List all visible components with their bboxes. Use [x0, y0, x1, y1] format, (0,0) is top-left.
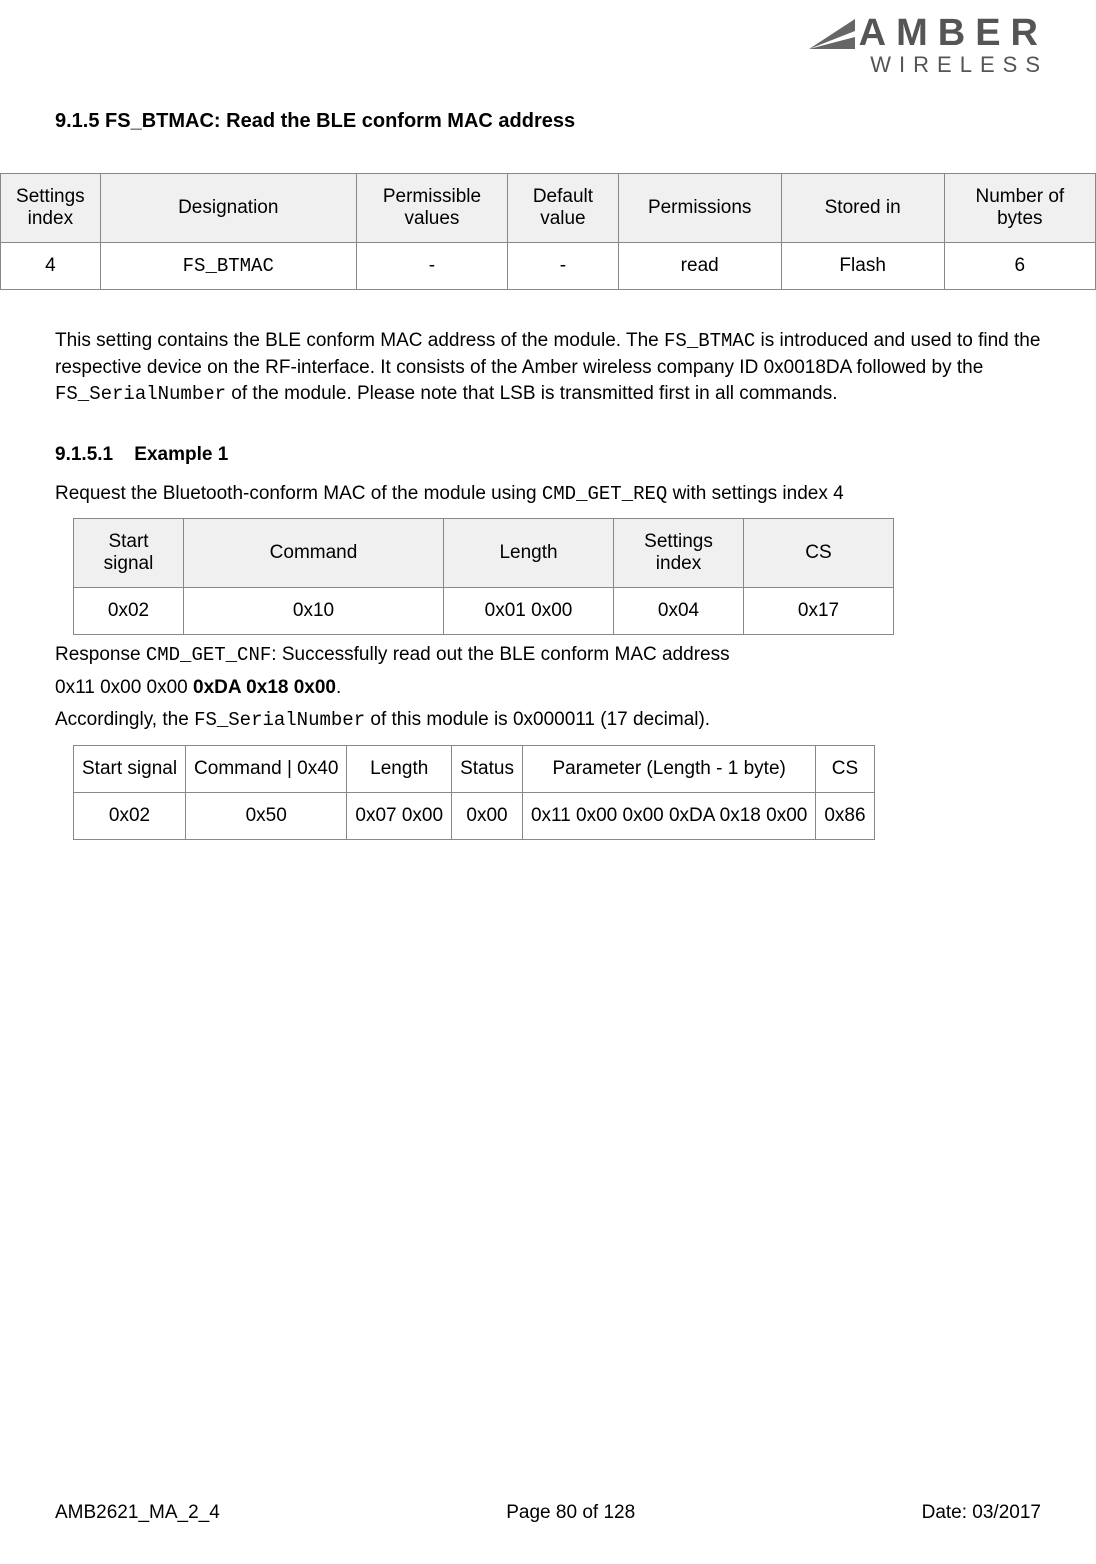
th-default: Default value	[508, 174, 619, 243]
th-permissible: Permissible values	[356, 174, 507, 243]
request-table: Start signal Command Length Settings ind…	[73, 518, 894, 635]
example-number: 9.1.5.1	[55, 444, 129, 466]
cell: 0x00	[452, 792, 523, 839]
cell-index: 4	[1, 243, 101, 290]
th-command: Command	[184, 519, 444, 588]
cell: 0x07 0x00	[347, 792, 452, 839]
example-title: Example 1	[134, 444, 228, 465]
logo-text-1: AMBER	[859, 14, 1048, 52]
logo-text-2: WIRELESS	[809, 54, 1048, 76]
th-command: Command | 0x40	[186, 745, 347, 792]
cell-default: -	[508, 243, 619, 290]
cell: 0x02	[74, 588, 184, 635]
section-title: FS_BTMAC: Read the BLE conform MAC addre…	[105, 110, 575, 132]
th-length: Length	[347, 745, 452, 792]
logo-wave-icon	[809, 18, 855, 48]
request-text: Request the Bluetooth-conform MAC of the…	[55, 480, 1041, 509]
cell-permissions: read	[618, 243, 781, 290]
section-heading: 9.1.5 FS_BTMAC: Read the BLE conform MAC…	[55, 110, 1041, 133]
cell: 0x01 0x00	[444, 588, 614, 635]
th-parameter: Parameter (Length - 1 byte)	[522, 745, 815, 792]
cell: 0x11 0x00 0x00 0xDA 0x18 0x00	[522, 792, 815, 839]
th-designation: Designation	[100, 174, 356, 243]
description-paragraph: This setting contains the BLE conform MA…	[55, 328, 1041, 408]
response-line-3: Accordingly, the FS_SerialNumber of this…	[55, 706, 1041, 735]
th-cs: CS	[816, 745, 874, 792]
th-length: Length	[444, 519, 614, 588]
th-start-signal: Start signal	[74, 745, 186, 792]
th-status: Status	[452, 745, 523, 792]
cell: 0x04	[614, 588, 744, 635]
th-cs: CS	[744, 519, 894, 588]
settings-table: Settings index Designation Permissible v…	[0, 173, 1096, 290]
cell-stored-in: Flash	[781, 243, 944, 290]
table-header-row: Start signal Command Length Settings ind…	[74, 519, 894, 588]
th-settings-index: Settings index	[614, 519, 744, 588]
table-header-row: Settings index Designation Permissible v…	[1, 174, 1096, 243]
cell: 0x17	[744, 588, 894, 635]
cell: 0x02	[74, 792, 186, 839]
section-number: 9.1.5	[55, 110, 99, 132]
table-row: 0x02 0x50 0x07 0x00 0x00 0x11 0x00 0x00 …	[74, 792, 875, 839]
cell: 0x10	[184, 588, 444, 635]
footer-doc-id: AMB2621_MA_2_4	[55, 1502, 220, 1524]
footer-page-number: Page 80 of 128	[506, 1502, 635, 1524]
page-footer: AMB2621_MA_2_4 Page 80 of 128 Date: 03/2…	[0, 1502, 1096, 1524]
footer-date: Date: 03/2017	[922, 1502, 1041, 1524]
th-stored-in: Stored in	[781, 174, 944, 243]
table-header-row: Start signal Command | 0x40 Length Statu…	[74, 745, 875, 792]
response-table: Start signal Command | 0x40 Length Statu…	[73, 745, 875, 840]
cell: 0x50	[186, 792, 347, 839]
cell-permissible: -	[356, 243, 507, 290]
th-num-bytes: Number of bytes	[944, 174, 1095, 243]
cell: 0x86	[816, 792, 874, 839]
th-permissions: Permissions	[618, 174, 781, 243]
cell-num-bytes: 6	[944, 243, 1095, 290]
response-line-1: Response CMD_GET_CNF: Successfully read …	[55, 641, 1041, 670]
table-row: 4 FS_BTMAC - - read Flash 6	[1, 243, 1096, 290]
response-line-2: 0x11 0x00 0x00 0xDA 0x18 0x00.	[55, 674, 1041, 703]
th-settings-index: Settings index	[1, 174, 101, 243]
brand-logo: AMBER WIRELESS	[809, 14, 1048, 76]
cell-designation: FS_BTMAC	[100, 243, 356, 290]
table-row: 0x02 0x10 0x01 0x00 0x04 0x17	[74, 588, 894, 635]
example-heading: 9.1.5.1 Example 1	[55, 444, 1041, 466]
th-start-signal: Start signal	[74, 519, 184, 588]
